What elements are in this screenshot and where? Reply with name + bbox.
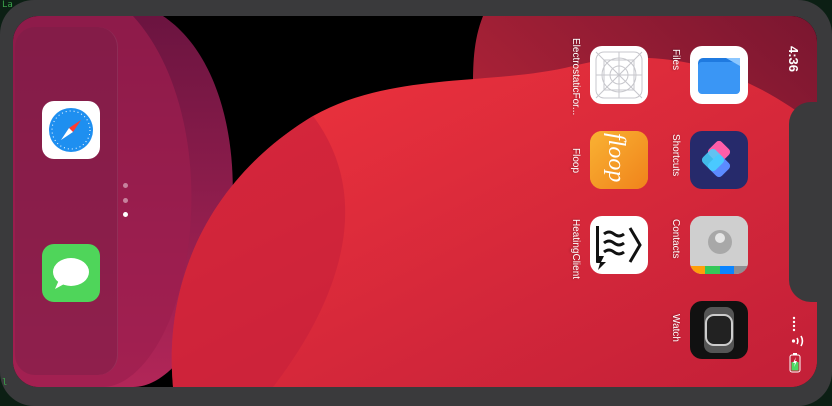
background-code-text-bottom: l <box>2 378 8 388</box>
page-dot <box>123 198 128 203</box>
compass-icon <box>49 108 93 152</box>
heating-icon <box>596 226 642 270</box>
app-label-electrostaticfor: ElectrostaticFor... <box>570 38 581 116</box>
wifi-icon <box>791 335 804 347</box>
app-heatingclient[interactable] <box>590 216 648 274</box>
app-label-watch: Watch <box>670 314 681 342</box>
app-shortcuts[interactable] <box>690 131 748 189</box>
app-watch[interactable] <box>690 301 748 359</box>
contacts-icon <box>690 216 748 274</box>
dock-app-safari[interactable] <box>42 101 100 159</box>
app-label-shortcuts: Shortcuts <box>670 134 681 177</box>
placeholder-grid-icon <box>595 51 643 99</box>
app-electrostaticfor[interactable] <box>590 46 648 104</box>
status-time: 4:36 <box>786 46 801 73</box>
signal-dots-icon <box>792 316 796 332</box>
home-screen: Files Shortcuts Contacts Watch Electrost… <box>13 16 817 387</box>
speech-bubble-icon <box>53 258 89 289</box>
app-files[interactable] <box>690 46 748 104</box>
app-contacts[interactable] <box>690 216 748 274</box>
app-label-files: Files <box>670 49 681 71</box>
page-dot-active <box>123 212 128 217</box>
background-code-text: La <box>2 0 13 10</box>
device-notch <box>789 102 817 302</box>
battery-charging-icon <box>789 353 801 373</box>
app-label-heatingclient: HeatingClient <box>570 219 581 280</box>
shortcuts-icon <box>701 140 731 178</box>
page-dot <box>123 183 128 188</box>
watch-icon <box>704 307 734 353</box>
app-label-floop: Floop <box>570 148 581 174</box>
app-label-contacts: Contacts <box>670 219 681 259</box>
app-floop[interactable]: floop <box>590 131 648 189</box>
dock-app-messages[interactable] <box>42 244 100 302</box>
floop-icon: floop <box>590 131 648 189</box>
folder-icon <box>698 58 740 94</box>
floop-logo-text: floop <box>603 133 629 183</box>
dock <box>15 27 118 375</box>
status-icons <box>785 316 805 376</box>
